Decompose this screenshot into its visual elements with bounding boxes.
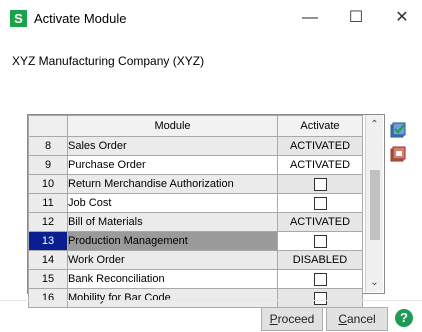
row-number[interactable]: 15 [28,269,68,289]
row-number[interactable]: 16 [28,288,68,308]
activate-cell[interactable] [277,269,363,289]
activate-cell[interactable] [277,288,363,308]
table-row[interactable]: 15 Bank Reconciliation [28,269,363,289]
row-number[interactable]: 12 [28,212,68,232]
proceed-label: roceed [277,312,315,326]
activate-checkbox[interactable] [313,291,327,305]
help-icon[interactable]: ? [395,309,413,327]
module-grid: Module Activate 8 Sales Order ACTIVATED 9 Pu… [28,115,363,308]
cancel-label: ancel [346,312,376,326]
scroll-up-icon[interactable]: ⌃ [366,117,383,133]
table-row[interactable]: 16 Mobility for Bar Code [28,288,363,308]
module-name-cell[interactable]: Job Cost [67,193,278,213]
row-number[interactable]: 10 [28,174,68,194]
row-number[interactable]: 14 [28,250,68,270]
activate-cell: ACTIVATED [277,212,363,232]
module-name-cell[interactable]: Bank Reconciliation [67,269,278,289]
table-row[interactable]: 12 Bill of Materials ACTIVATED [28,212,363,232]
cancel-button[interactable]: Cancel [326,307,388,331]
sage-app-icon: S [10,10,27,27]
table-row[interactable]: 10 Return Merchandise Authorization [28,174,363,194]
row-number[interactable]: 8 [28,136,68,156]
table-row[interactable]: 9 Purchase Order ACTIVATED [28,155,363,175]
activate-cell: ACTIVATED [277,136,363,156]
activate-cell: DISABLED [277,250,363,270]
activate-checkbox[interactable] [313,196,327,210]
scroll-thumb[interactable] [370,170,380,240]
activate-cell: ACTIVATED [277,155,363,175]
table-row[interactable]: 14 Work Order DISABLED [28,250,363,270]
title-bar: S Activate Module — ☐ ✕ [0,0,422,38]
module-name-cell[interactable]: Bill of Materials [67,212,278,232]
row-number[interactable]: 13 [28,231,68,251]
row-number[interactable]: 9 [28,155,68,175]
module-name-cell[interactable]: Production Management [67,231,278,251]
table-row[interactable]: 13 Production Management [28,231,363,251]
column-header-activate[interactable]: Activate [277,115,363,137]
activate-cell[interactable] [277,174,363,194]
activate-cell[interactable] [277,231,363,251]
maximize-button[interactable]: ☐ [340,6,372,30]
check-all-icon[interactable] [390,122,406,138]
window-title: Activate Module [34,11,127,26]
module-name-cell[interactable]: Sales Order [67,136,278,156]
company-label: XYZ Manufacturing Company (XYZ) [12,54,205,68]
proceed-button[interactable]: Proceed [261,307,323,331]
uncheck-all-icon[interactable] [390,146,406,162]
column-header-module[interactable]: Module [67,115,278,137]
minimize-button[interactable]: — [294,6,326,30]
cancel-accelerator: C [338,312,347,326]
table-row[interactable]: 8 Sales Order ACTIVATED [28,136,363,156]
grid-scrollbar[interactable]: ⌃ ⌄ [365,115,383,292]
close-button[interactable]: ✕ [386,6,418,30]
row-number[interactable]: 11 [28,193,68,213]
table-row[interactable]: 11 Job Cost [28,193,363,213]
module-name-cell[interactable]: Mobility for Bar Code [67,288,278,308]
activate-checkbox[interactable] [313,177,327,191]
grid-corner-header [28,115,68,137]
module-name-cell[interactable]: Purchase Order [67,155,278,175]
activate-checkbox[interactable] [313,234,327,248]
scroll-down-icon[interactable]: ⌄ [366,275,383,291]
module-name-cell[interactable]: Work Order [67,250,278,270]
module-name-cell[interactable]: Return Merchandise Authorization [67,174,278,194]
footer-divider [0,300,422,301]
proceed-accelerator: P [269,312,278,326]
activate-checkbox[interactable] [313,272,327,286]
activate-cell[interactable] [277,193,363,213]
